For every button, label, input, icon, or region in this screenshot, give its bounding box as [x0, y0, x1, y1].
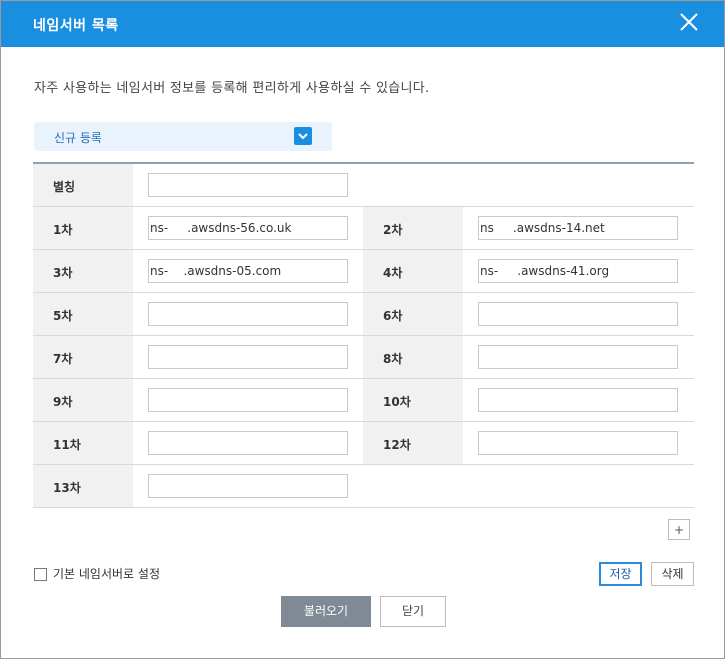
ns-input-4[interactable]	[478, 259, 678, 283]
save-button[interactable]: 저장	[599, 562, 642, 586]
ns-label-6: 6차	[383, 309, 403, 323]
table-row: 11차 12차	[33, 422, 694, 465]
checkbox-box[interactable]	[34, 568, 47, 581]
ns-label-11: 11차	[53, 438, 81, 452]
dialog-description: 자주 사용하는 네임서버 정보를 등록해 편리하게 사용하실 수 있습니다.	[34, 81, 430, 96]
nameserver-set-select[interactable]: 신규 등록	[34, 122, 332, 151]
alias-label: 별칭	[53, 180, 76, 194]
table-row: 1차 2차	[33, 207, 694, 250]
ns-label-13: 13차	[53, 481, 81, 495]
add-row-button[interactable]: +	[668, 519, 690, 540]
ns-label-5: 5차	[53, 309, 73, 323]
ns-label-10: 10차	[383, 395, 411, 409]
table-row: 3차 4차	[33, 250, 694, 293]
nameserver-form-table: 별칭 1차 2차 3차 4차 5차 6차 7차 8차 9차	[33, 162, 694, 508]
ns-input-3[interactable]	[148, 259, 348, 283]
ns-input-13[interactable]	[148, 474, 348, 498]
delete-button[interactable]: 삭제	[651, 562, 694, 586]
table-row: 13차	[33, 465, 694, 508]
ns-label-7: 7차	[53, 352, 73, 366]
ns-label-9: 9차	[53, 395, 73, 409]
ns-label-4: 4차	[383, 266, 403, 280]
chevron-down-icon[interactable]	[294, 127, 312, 145]
ns-input-10[interactable]	[478, 388, 678, 412]
ns-label-3: 3차	[53, 266, 73, 280]
ns-input-8[interactable]	[478, 345, 678, 369]
close-button[interactable]: 닫기	[380, 596, 446, 627]
ns-input-6[interactable]	[478, 302, 678, 326]
ns-input-5[interactable]	[148, 302, 348, 326]
dialog-title: 네임서버 목록	[33, 18, 119, 34]
alias-input[interactable]	[148, 173, 348, 197]
default-nameserver-checkbox[interactable]: 기본 네임서버로 설정	[34, 565, 160, 582]
ns-input-2[interactable]	[478, 216, 678, 240]
table-row: 별칭	[33, 164, 694, 207]
ns-label-8: 8차	[383, 352, 403, 366]
default-nameserver-label: 기본 네임서버로 설정	[53, 567, 160, 581]
load-button[interactable]: 불러오기	[281, 596, 371, 627]
close-icon[interactable]	[678, 11, 700, 33]
ns-input-7[interactable]	[148, 345, 348, 369]
table-row: 5차 6차	[33, 293, 694, 336]
ns-label-1: 1차	[53, 223, 73, 237]
ns-input-12[interactable]	[478, 431, 678, 455]
ns-label-12: 12차	[383, 438, 411, 452]
select-value: 신규 등록	[54, 131, 102, 145]
table-row: 9차 10차	[33, 379, 694, 422]
ns-input-9[interactable]	[148, 388, 348, 412]
dialog-header: 네임서버 목록	[1, 1, 724, 47]
ns-input-1[interactable]	[148, 216, 348, 240]
ns-input-11[interactable]	[148, 431, 348, 455]
ns-label-2: 2차	[383, 223, 403, 237]
nameserver-list-dialog: 네임서버 목록 자주 사용하는 네임서버 정보를 등록해 편리하게 사용하실 수…	[0, 0, 725, 659]
table-row: 7차 8차	[33, 336, 694, 379]
